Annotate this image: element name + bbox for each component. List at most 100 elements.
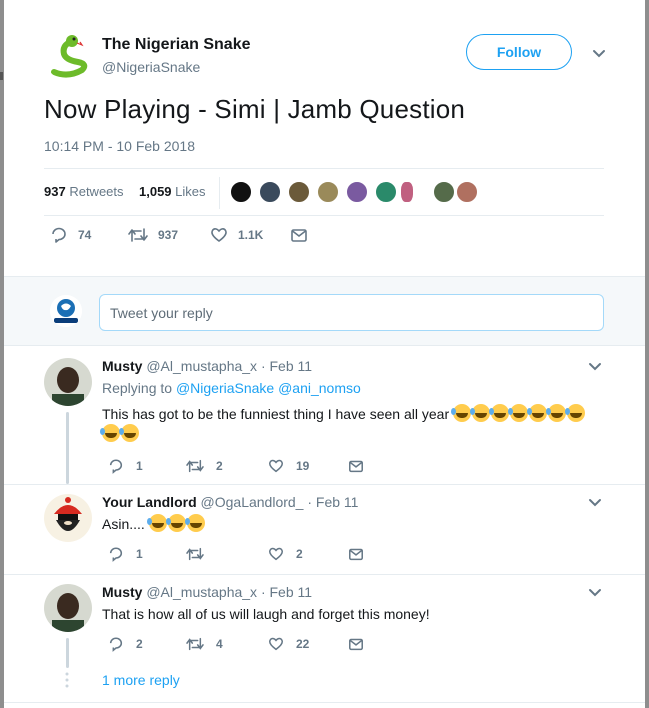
rofl-emoji-icon xyxy=(546,404,566,422)
reply-text: This has got to be the funniest thing I … xyxy=(100,404,602,444)
reply-action[interactable]: 74 xyxy=(50,226,91,244)
rofl-emoji-icon xyxy=(508,404,528,422)
rofl-emoji-icon xyxy=(527,404,547,422)
rofl-emoji-icon xyxy=(119,424,139,442)
likes-stat[interactable]: 1,059 Likes xyxy=(139,184,206,199)
liker-avatar[interactable] xyxy=(456,181,478,203)
reply-count: 74 xyxy=(78,228,92,242)
author-avatar[interactable] xyxy=(44,32,92,80)
background-edge xyxy=(0,72,3,80)
reply-separator xyxy=(4,574,645,575)
dm-action[interactable] xyxy=(290,226,308,244)
reply-header: Your Landlord @OgaLandlord_ · Feb 11 xyxy=(102,494,358,510)
reply-avatar[interactable] xyxy=(44,358,92,406)
liker-avatar[interactable] xyxy=(400,181,414,203)
author-handle[interactable]: @NigeriaSnake xyxy=(102,59,200,75)
dm-icon xyxy=(349,548,363,561)
retweets-count: 937 xyxy=(44,184,66,199)
retweet-action[interactable]: 937 xyxy=(128,226,178,244)
liker-avatar[interactable] xyxy=(288,181,310,203)
reply-avatar[interactable] xyxy=(44,584,92,632)
reply-author-name[interactable]: Your Landlord xyxy=(102,494,197,510)
retweet-action[interactable]: 4 xyxy=(186,636,223,652)
channel-logo-icon xyxy=(50,295,82,327)
reply-input[interactable]: Tweet your reply xyxy=(99,294,604,331)
chevron-down-icon[interactable] xyxy=(588,588,602,598)
dm-action[interactable] xyxy=(348,636,364,652)
reply-separator xyxy=(4,702,645,703)
like-icon xyxy=(268,459,284,473)
joy-emoji-icon xyxy=(184,514,205,532)
dm-action[interactable] xyxy=(348,546,364,562)
reply-avatar[interactable] xyxy=(44,494,92,542)
retweets-stat[interactable]: 937 Retweets xyxy=(44,184,124,199)
reply-text-content: This has got to be the funniest thing I … xyxy=(102,406,450,422)
chevron-down-icon[interactable] xyxy=(592,49,606,59)
reply-actions: 2 4 22 xyxy=(102,636,502,656)
reply-meta[interactable]: @Al_mustapha_x · Feb 11 xyxy=(146,358,312,374)
reply-icon xyxy=(109,547,123,562)
reply-action[interactable]: 2 xyxy=(108,636,143,652)
liker-avatar[interactable] xyxy=(375,181,397,203)
retweet-action[interactable]: 2 xyxy=(186,458,223,474)
tweet-timestamp[interactable]: 10:14 PM - 10 Feb 2018 xyxy=(44,138,195,154)
tweet-text: Now Playing - Simi | Jamb Question xyxy=(44,94,466,124)
chevron-down-icon[interactable] xyxy=(588,362,602,372)
tweet-header: The Nigerian Snake @NigeriaSnake Follow xyxy=(44,32,606,82)
author-name[interactable]: The Nigerian Snake xyxy=(102,36,251,54)
reply-header: Musty @Al_mustapha_x · Feb 11 xyxy=(102,358,312,374)
rofl-emoji-icon xyxy=(100,424,120,442)
like-action[interactable]: 2 xyxy=(268,546,303,562)
likes-label: Likes xyxy=(175,184,206,199)
follow-button[interactable]: Follow xyxy=(466,34,572,70)
current-user-avatar xyxy=(50,295,82,327)
like-icon xyxy=(268,637,284,651)
retweet-icon xyxy=(128,228,148,242)
reply-author-name[interactable]: Musty xyxy=(102,584,142,600)
reply-meta[interactable]: @Al_mustapha_x · Feb 11 xyxy=(146,584,312,600)
thread-line xyxy=(66,412,69,484)
chevron-down-icon[interactable] xyxy=(588,498,602,508)
retweet-icon xyxy=(186,459,204,473)
like-icon xyxy=(211,228,227,242)
mention-link[interactable]: @ani_nomso xyxy=(278,380,361,396)
retweet-count: 4 xyxy=(216,637,223,651)
reply-author-name[interactable]: Musty xyxy=(102,358,142,374)
liker-avatar[interactable] xyxy=(433,181,455,203)
like-icon xyxy=(268,547,284,561)
joy-emoji-icon xyxy=(165,514,186,532)
like-count: 22 xyxy=(296,637,310,651)
like-count: 19 xyxy=(296,459,310,473)
retweet-count: 2 xyxy=(216,459,223,473)
reply-actions: 1 2 19 xyxy=(102,458,502,478)
tweet-modal: The Nigerian Snake @NigeriaSnake Follow … xyxy=(4,0,645,708)
more-replies-link[interactable]: 1 more reply xyxy=(102,672,180,688)
thread-line xyxy=(66,638,69,668)
reply-action[interactable]: 1 xyxy=(108,458,143,474)
stats-divider xyxy=(219,177,220,209)
reply-action[interactable]: 1 xyxy=(108,546,143,562)
reply-text: That is how all of us will laugh and for… xyxy=(102,606,430,622)
rofl-emoji-icon xyxy=(565,404,585,422)
liker-avatar[interactable] xyxy=(230,181,252,203)
like-action[interactable]: 22 xyxy=(268,636,309,652)
retweets-label: Retweets xyxy=(69,184,124,199)
landlord-avatar xyxy=(44,494,92,542)
liker-avatar[interactable] xyxy=(259,181,281,203)
reply-meta[interactable]: @OgaLandlord_ · Feb 11 xyxy=(201,494,359,510)
retweet-action[interactable] xyxy=(186,546,216,562)
liker-avatar[interactable] xyxy=(317,181,339,203)
reply-icon xyxy=(109,459,123,474)
dm-action[interactable] xyxy=(348,458,364,474)
retweet-count: 937 xyxy=(158,228,179,242)
dm-icon xyxy=(349,460,363,473)
person-avatar xyxy=(44,584,92,632)
like-count: 2 xyxy=(296,547,303,561)
rofl-emoji-icon xyxy=(451,404,471,422)
liker-avatar[interactable] xyxy=(346,181,368,203)
like-action[interactable]: 1.1K xyxy=(210,226,263,244)
retweet-icon xyxy=(186,637,204,651)
reply-count: 1 xyxy=(136,459,143,473)
mention-link[interactable]: @NigeriaSnake xyxy=(176,380,274,396)
like-action[interactable]: 19 xyxy=(268,458,309,474)
